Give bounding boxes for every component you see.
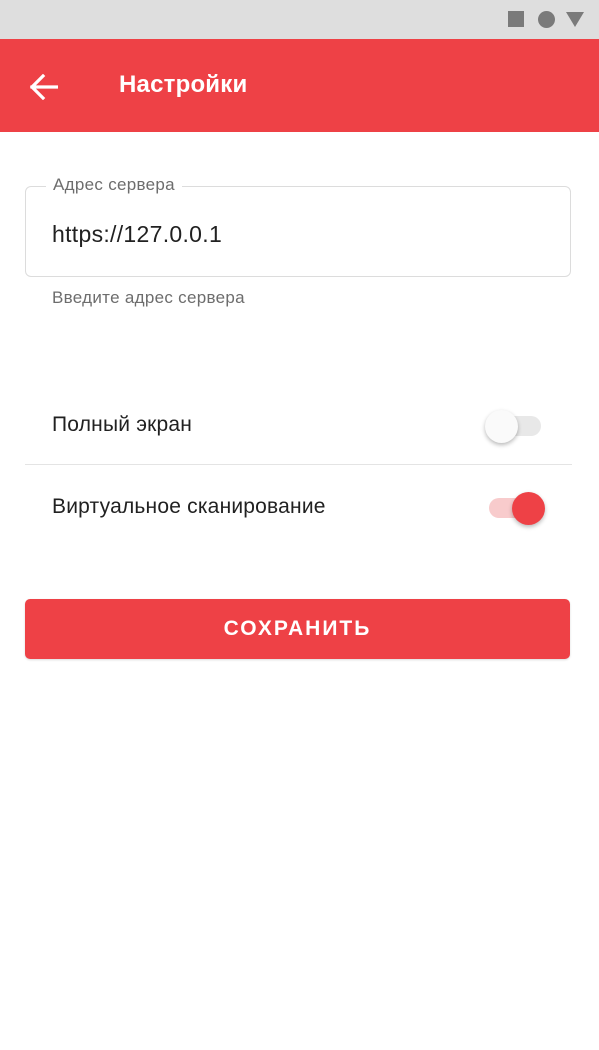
server-address-label: Адрес сервера	[46, 175, 182, 195]
page-title: Настройки	[119, 71, 248, 98]
back-button[interactable]	[22, 65, 66, 109]
app-bar: Настройки	[0, 39, 599, 132]
server-address-input[interactable]	[52, 217, 552, 251]
arrow-back-icon	[30, 74, 58, 100]
fullscreen-switch[interactable]	[485, 405, 545, 445]
fullscreen-label: Полный экран	[52, 413, 193, 436]
server-address-helper: Введите адрес сервера	[52, 288, 245, 307]
switch-thumb	[485, 410, 518, 443]
save-button[interactable]: СОХРАНИТЬ	[25, 599, 570, 659]
server-address-field[interactable]: Адрес сервера	[25, 175, 571, 277]
switch-thumb	[512, 492, 545, 525]
circle-icon	[538, 11, 555, 28]
virtual-scan-switch[interactable]	[485, 487, 545, 527]
virtual-scan-label: Виртуальное сканирование	[52, 495, 326, 518]
divider	[25, 464, 572, 465]
triangle-icon	[566, 12, 584, 27]
status-bar	[0, 0, 599, 39]
square-icon	[508, 11, 524, 27]
